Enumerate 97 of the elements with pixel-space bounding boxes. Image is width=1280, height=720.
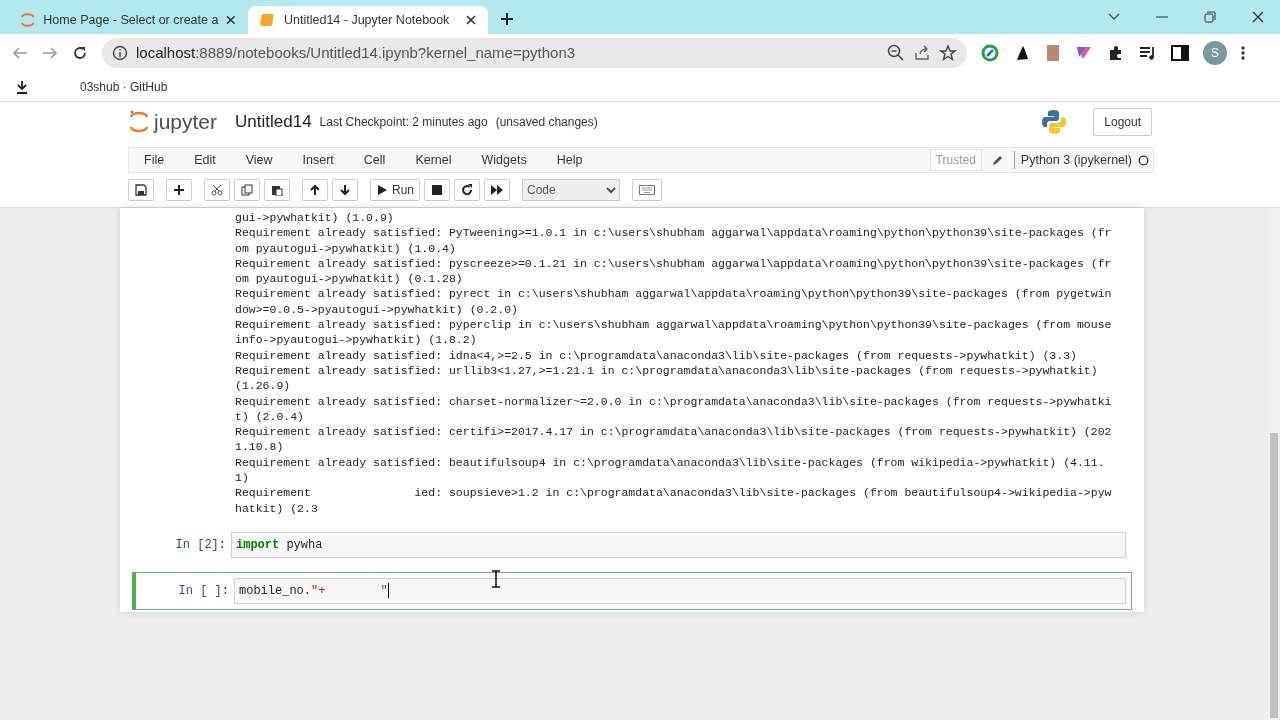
close-icon[interactable]: [1252, 11, 1264, 23]
code-cell[interactable]: In [ ]: mobile_no."+ ": [132, 571, 1132, 610]
pencil-icon[interactable]: [991, 154, 1004, 166]
run-icon: [376, 184, 388, 196]
stop-button[interactable]: [424, 179, 450, 201]
output-line: t) (2.0.4): [235, 408, 305, 425]
output-line: Requirement already satisfied: pyperclip in c:\users\shubham aggarwal\appdata\roaming\python\python39\site-packages (from mouse: [235, 317, 1113, 333]
zoom-out-icon[interactable]: [887, 44, 905, 62]
paste-button[interactable]: [264, 179, 290, 201]
paste-icon: [271, 184, 283, 196]
output-line: om pyautogui->pywhatkit) (0.1.28): [235, 271, 464, 287]
stop-icon: [431, 184, 443, 196]
cut-icon: [211, 184, 223, 196]
compass-icon[interactable]: [981, 44, 999, 62]
menu-item[interactable]: View: [230, 150, 288, 170]
playlist-icon[interactable]: [1139, 45, 1157, 61]
close-icon[interactable]: [226, 15, 236, 25]
info-icon: [112, 45, 128, 61]
forward-icon[interactable]: [42, 46, 58, 60]
menu-item[interactable]: Help: [541, 150, 598, 170]
menu-item[interactable]: Kernel: [400, 150, 467, 170]
output-line: Requirement already satisfied: urllib3<1.27,>=1.21.1 in c:\programdata\anaconda3\lib\site-packages (from requests->pywhatkit): [235, 362, 1099, 379]
output-line: (1.26.9): [235, 378, 292, 394]
logo-text: jupyter: [154, 109, 218, 136]
chevron-down-icon[interactable]: [1108, 13, 1120, 21]
address-field[interactable]: localhost:8889/notebooks/Untitled14.ipynb?kernel_name=python3: [102, 38, 967, 68]
output-line: info->pyautogui->pywhatkit) (1.8.2): [235, 332, 478, 348]
jupyter-logo-icon: [20, 12, 36, 28]
menu-item[interactable]: File: [129, 150, 180, 170]
bookmark-link[interactable]: 03shub · GitHub: [80, 77, 168, 96]
document-icon[interactable]: [1045, 44, 1061, 62]
run-button[interactable]: Run: [370, 179, 420, 201]
unsaved-text: (unsaved changes): [495, 114, 598, 131]
output-line: hatkit) (2.3: [235, 500, 319, 516]
download-icon[interactable]: [16, 79, 28, 94]
browser-tab[interactable]: Untitled14 - Jupyter Notebook: [248, 6, 488, 34]
close-icon[interactable]: [466, 15, 476, 25]
save-icon: [135, 184, 147, 196]
keyboard-button[interactable]: [632, 179, 662, 201]
add-cell-button[interactable]: [166, 179, 192, 201]
menu-item[interactable]: Insert: [287, 150, 349, 170]
notebook-icon: [260, 12, 276, 28]
output-line: Requirement already satisfied: beautifulsoup4 in c:\programdata\anaconda3\lib\site-packages (from wikipedia->pywhatkit) (4.11.: [235, 454, 1106, 471]
new-tab-icon[interactable]: [500, 12, 514, 26]
save-button[interactable]: [128, 179, 154, 201]
restart-button[interactable]: [454, 179, 480, 201]
kernel-name: Python 3 (ipykernel): [1013, 150, 1132, 170]
output-line: Requirement already satisfied: idna<4,>=2.5 in c:\programdata\anaconda3\lib\site-packages (from requests->pywhatkit) (3.3): [235, 347, 1078, 363]
browser-tab[interactable]: Home Page - Select or create a: [8, 6, 248, 34]
cell-prompt: In [2]:: [174, 536, 227, 554]
menu-item[interactable]: Cell: [348, 150, 401, 170]
output-line: Requirement already satisfied: PyTweening>=1.0.1 in c:\users\shubham aggarwal\appdata\roaming\python\python39\site-packages (fr: [235, 225, 1113, 241]
menu-item[interactable]: Edit: [179, 150, 231, 170]
output-line: Requirement ied: soupsieve>1.2 in c:\programdata\anaconda3\lib\site-packages (from beautifulsoup4->wikipedia->pyw: [235, 485, 1113, 501]
sidebar-icon[interactable]: [1171, 45, 1189, 61]
jupyter-logo-icon[interactable]: [128, 109, 150, 135]
notebook-name[interactable]: Untitled14: [235, 109, 312, 135]
output-line: Requirement already satisfied: pyscreeze>=0.1.21 in c:\users\shubham aggarwal\appdata\roaming\python\python39\site-packages (fr: [235, 255, 1113, 272]
copy-icon: [241, 184, 253, 196]
output-line: dow>=0.0.5->pyautogui->pywhatkit) (0.2.0): [235, 301, 519, 318]
reload-icon[interactable]: [72, 45, 88, 61]
fast-forward-icon: [491, 184, 503, 196]
code-string: "+: [311, 582, 326, 600]
output-line: 1.10.8): [235, 439, 285, 455]
kebab-menu-icon[interactable]: [1241, 45, 1245, 61]
cell-prompt: In [ ]:: [177, 582, 230, 600]
output-line: Requirement already satisfied: charset-normalizer~=2.0.0 in c:\programdata\anaconda3\lib\site-packages (from requests->pywhatki: [235, 393, 1113, 409]
share-icon[interactable]: [913, 44, 931, 62]
add-cell-icon: [173, 184, 185, 196]
move-up-icon: [309, 184, 321, 196]
fast-forward-button[interactable]: [484, 179, 510, 201]
star-icon[interactable]: [939, 44, 957, 62]
output-line: 1): [235, 470, 250, 486]
url-text: localhost:8889/notebooks/Untitled14.ipynb?kernel_name=python3: [136, 42, 577, 63]
logout-button[interactable]: Logout: [1093, 108, 1152, 136]
checkpoint-text: Last Checkpoint: 2 minutes ago: [319, 114, 488, 131]
back-icon[interactable]: [12, 46, 28, 60]
move-down-icon: [339, 184, 351, 196]
restore-icon[interactable]: [1204, 11, 1216, 23]
code-text: pywha: [285, 536, 323, 554]
code-keyword: import: [236, 536, 280, 554]
keyboard-icon: [639, 185, 655, 195]
code-text: mobile_no.: [239, 582, 311, 600]
move-up-button[interactable]: [302, 179, 328, 201]
code-string: ": [380, 582, 388, 600]
kernel-idle-icon: [1138, 154, 1149, 166]
output-line: Requirement already satisfied: certifi>=2017.4.17 in c:\programdata\anaconda3\lib\site-packages (from requests->pywhatkit) (202: [235, 424, 1113, 440]
move-down-button[interactable]: [332, 179, 358, 201]
restart-icon: [461, 184, 473, 196]
text-cursor-icon: [491, 570, 501, 588]
menu-item[interactable]: Widgets: [466, 150, 542, 170]
output-line: gui->pywhatkit) (1.0.9): [235, 210, 395, 226]
cell-type-dropdown[interactable]: Code: [522, 179, 620, 201]
output-line: Requirement already satisfied: pyrect in c:\users\shubham aggarwal\appdata\roaming\python\python39\site-packages (from pygetwin: [235, 286, 1113, 302]
python-logo-icon: [1041, 109, 1068, 135]
cut-button[interactable]: [204, 179, 230, 201]
output-line: om pyautogui->pywhatkit) (1.0.4): [235, 240, 457, 256]
